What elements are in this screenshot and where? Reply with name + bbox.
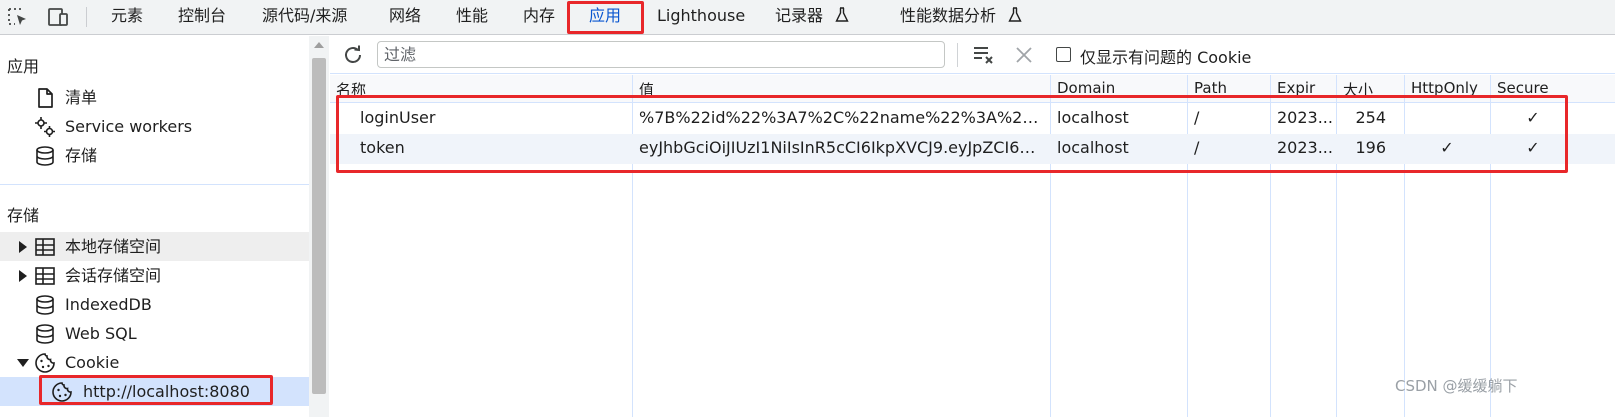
tab-network[interactable]: 网络 xyxy=(389,0,421,34)
sidebar-item-web-sql[interactable]: Web SQL xyxy=(0,319,309,348)
cookie-size: 196 xyxy=(1355,138,1386,157)
sidebar-item-storage-overview[interactable]: 存储 xyxy=(34,141,304,170)
cookie-value: eyJhbGciOiJIUzI1NiIsInR5cCI6IkpXVCJ9.eyJ… xyxy=(639,138,1044,157)
app-section-title: 应用 xyxy=(7,57,40,76)
sidebar-item-session-storage[interactable]: 会话存储空间 xyxy=(0,261,309,290)
storage-section-title: 存储 xyxy=(7,206,40,225)
cookie-expires: 2023... xyxy=(1277,138,1333,157)
column-header-secure[interactable]: Secure xyxy=(1497,79,1607,97)
table-row[interactable]: loginUser %7B%22id%22%3A7%2C%22name%22%3… xyxy=(330,104,1615,134)
column-header-path[interactable]: Path xyxy=(1194,79,1264,97)
sidebar-item-label: 会话存储空间 xyxy=(65,266,162,285)
column-header-expires[interactable]: Expir xyxy=(1277,79,1332,97)
sidebar-item-indexeddb[interactable]: IndexedDB xyxy=(0,290,309,319)
sidebar-item-label: 清单 xyxy=(65,88,98,107)
cookie-domain: localhost xyxy=(1057,108,1129,127)
tab-performance[interactable]: 性能 xyxy=(456,0,488,34)
cookie-filter-bar: 仅显示有问题的 Cookie xyxy=(330,36,1615,74)
column-header-size[interactable]: 大小 xyxy=(1343,79,1398,100)
inspect-element-icon[interactable] xyxy=(6,6,30,28)
table-icon xyxy=(35,238,55,256)
table-icon xyxy=(35,267,55,285)
column-header-domain[interactable]: Domain xyxy=(1057,79,1182,97)
sidebar-item-local-storage[interactable]: 本地存储空间 xyxy=(0,232,309,261)
devtools-toolbar: 元素 控制台 源代码/来源 网络 性能 内存 应用 Lighthouse 记录器… xyxy=(0,0,1615,35)
clear-all-cookies-icon[interactable] xyxy=(972,43,998,67)
sidebar-scrollbar-thumb[interactable] xyxy=(312,58,326,394)
expand-arrow-icon[interactable] xyxy=(19,241,27,253)
cookie-value: %7B%22id%22%3A7%2C%22name%22%3A%22ad... xyxy=(639,108,1044,127)
sidebar-item-label: Web SQL xyxy=(65,324,137,343)
sidebar-item-cookies[interactable]: Cookie xyxy=(0,348,309,377)
column-header-value[interactable]: 值 xyxy=(639,79,1039,100)
collapse-arrow-icon[interactable] xyxy=(17,359,29,367)
toolbar-separator xyxy=(957,43,958,67)
tab-performance-insights[interactable]: 性能数据分析 xyxy=(900,0,1022,34)
experimental-flask-icon xyxy=(1008,7,1022,22)
table-row[interactable]: token eyJhbGciOiJIUzI1NiIsInR5cCI6IkpXVC… xyxy=(330,134,1615,164)
filter-input[interactable] xyxy=(377,41,945,68)
database-icon xyxy=(36,295,54,315)
tab-console[interactable]: 控制台 xyxy=(178,0,226,34)
column-header-name[interactable]: 名称 xyxy=(336,79,626,100)
database-icon xyxy=(36,324,54,344)
cookie-name: loginUser xyxy=(360,108,436,127)
cookie-panel: 仅显示有问题的 Cookie 名称 值 Domain Path Expir 大小… xyxy=(330,36,1615,417)
cookie-secure: ✓ xyxy=(1526,108,1540,127)
cookie-domain: localhost xyxy=(1057,138,1129,157)
refresh-icon[interactable] xyxy=(342,44,364,66)
toolbar-separator xyxy=(86,7,87,27)
sidebar-item-manifest[interactable]: 清单 xyxy=(34,83,304,112)
only-issues-checkbox[interactable] xyxy=(1056,47,1071,62)
device-toolbar-icon[interactable] xyxy=(46,6,70,28)
section-divider xyxy=(0,184,309,185)
scroll-up-icon[interactable] xyxy=(314,42,324,48)
document-icon xyxy=(38,88,53,108)
sidebar-item-label: Cookie xyxy=(65,353,120,372)
tab-memory[interactable]: 内存 xyxy=(523,0,555,34)
expand-arrow-icon[interactable] xyxy=(19,270,27,282)
sidebar-item-label: http://localhost:8080 xyxy=(83,382,250,401)
delete-selected-icon[interactable] xyxy=(1013,44,1035,66)
tab-recorder-label: 记录器 xyxy=(775,6,824,25)
cookie-path: / xyxy=(1194,138,1200,157)
cookie-icon xyxy=(35,353,55,373)
tab-lighthouse[interactable]: Lighthouse xyxy=(657,0,745,34)
column-header-httponly[interactable]: HttpOnly xyxy=(1411,79,1486,97)
application-sidebar: 应用 清单 Service workers 存储 存储 本地存储空间 会话存储空… xyxy=(0,36,309,417)
cookie-expires: 2023... xyxy=(1277,108,1333,127)
cookie-httponly: ✓ xyxy=(1440,138,1454,157)
tab-elements[interactable]: 元素 xyxy=(111,0,143,34)
sidebar-item-label: Service workers xyxy=(65,117,193,136)
sidebar-item-service-workers[interactable]: Service workers xyxy=(34,112,304,141)
cookie-size: 254 xyxy=(1355,108,1386,127)
gears-icon xyxy=(35,117,55,137)
sidebar-item-label: IndexedDB xyxy=(65,295,152,314)
cookie-name: token xyxy=(360,138,405,157)
watermark: CSDN @缓缓躺下 xyxy=(1395,377,1518,395)
sidebar-item-cookie-origin[interactable]: http://localhost:8080 xyxy=(0,377,309,406)
cookie-path: / xyxy=(1194,108,1200,127)
cookie-icon xyxy=(52,382,72,402)
database-icon xyxy=(36,146,54,166)
cookie-secure: ✓ xyxy=(1526,138,1540,157)
active-tab-indicator xyxy=(570,31,642,33)
tab-recorder[interactable]: 记录器 xyxy=(775,0,849,34)
sidebar-item-label: 存储 xyxy=(65,146,98,165)
only-issues-label: 仅显示有问题的 Cookie xyxy=(1080,48,1252,67)
tab-application[interactable]: 应用 xyxy=(589,0,621,34)
tab-sources[interactable]: 源代码/来源 xyxy=(262,0,347,34)
cookie-table: 名称 值 Domain Path Expir 大小 HttpOnly Secur… xyxy=(330,75,1615,417)
sidebar-item-label: 本地存储空间 xyxy=(65,237,162,256)
tab-performance-insights-label: 性能数据分析 xyxy=(900,6,997,25)
experimental-flask-icon xyxy=(835,7,849,22)
